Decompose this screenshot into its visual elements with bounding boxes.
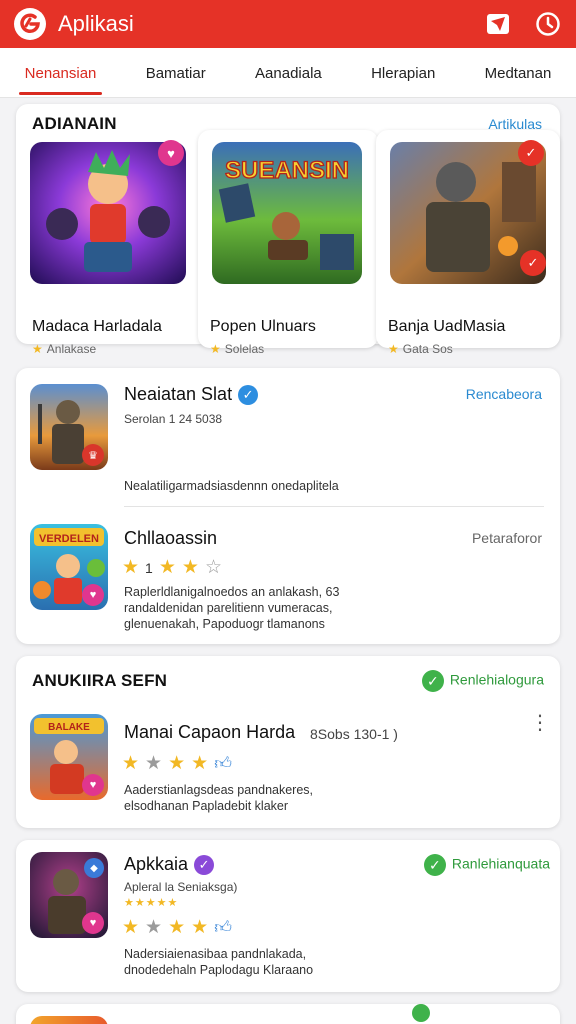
heart-icon[interactable]: ♥ bbox=[158, 140, 184, 166]
featured-item[interactable]: ♥ Madaca Harladala ★ Anlakase bbox=[16, 130, 200, 356]
app-list-card: ◆ ♥ Apkkaia ✓ ✓ Ranlehianquata Apleral la … bbox=[16, 840, 560, 992]
star-icon: ★ bbox=[181, 557, 199, 578]
divider bbox=[124, 506, 544, 507]
game-thumbnail-banner: SUEANSIN bbox=[225, 157, 349, 184]
app-icon[interactable]: BALAKE ♥ bbox=[30, 714, 108, 800]
star-icon: ★ bbox=[210, 342, 221, 356]
tab-medtanan[interactable]: Medtanan bbox=[481, 51, 556, 94]
app-description: Raplerldlanigalnoedos an anlakash, 63 ra… bbox=[124, 585, 340, 631]
app-icon-banner: BALAKE bbox=[48, 722, 90, 733]
rating-stars: ★ ★ ★ ★ 👍︎ bbox=[122, 752, 232, 775]
app-subtitle: Apleral la Seniaksga) bbox=[124, 880, 238, 894]
verified-icon: ✓ bbox=[238, 385, 259, 406]
section-title: ANUKIIRA SEFN bbox=[32, 671, 168, 690]
checkmark-icon bbox=[412, 1004, 430, 1022]
featured-section: ADIANAIN Artikulas ♥ Madaca Harladala ★ A… bbox=[16, 104, 560, 356]
logo-icon[interactable] bbox=[14, 8, 46, 40]
featured-item-meta: Solelas bbox=[224, 342, 265, 356]
featured-item[interactable]: ✓ ✓ Banja UadMasia ★ Gata Sos bbox=[376, 130, 560, 356]
thumbs-up-icon[interactable]: 👍︎ bbox=[214, 917, 232, 938]
app-icon-banner: VERDELEN bbox=[39, 533, 99, 545]
rating-stars: ★ ★ ★ ★ 👍︎ bbox=[122, 916, 232, 939]
mini-stars: ★★★★★ bbox=[124, 897, 179, 909]
app-icon[interactable] bbox=[30, 1016, 108, 1024]
star-icon: ★ bbox=[32, 342, 43, 356]
star-icon: ★ bbox=[191, 917, 209, 938]
tab-aanadiala[interactable]: Aanadiala bbox=[251, 51, 326, 94]
crown-icon: ♛ bbox=[82, 444, 104, 466]
app-list-card: ANUKIIRA SEFN ✓ Renlehialogura BALAKE ♥ M… bbox=[16, 656, 560, 828]
app-subtitle: 8Sobs 130-1 ) bbox=[310, 726, 398, 742]
star-half-icon: ★ bbox=[145, 917, 163, 938]
star-half-icon: ★ bbox=[145, 753, 163, 774]
app-icon[interactable]: ♛ bbox=[30, 384, 108, 470]
star-outline-icon: ☆ bbox=[204, 557, 222, 578]
heart-icon: ♥ bbox=[82, 584, 104, 606]
app-description: Aaderstianlagsdeas pandnakeres, elsodhan… bbox=[124, 783, 314, 813]
more-options-icon[interactable]: ⋮ bbox=[530, 713, 550, 733]
checkmark-icon[interactable]: ✓ bbox=[518, 140, 544, 166]
verified-icon: ✓ bbox=[194, 855, 215, 876]
share-icon[interactable] bbox=[484, 10, 512, 38]
featured-item-meta: Gata Sos bbox=[402, 342, 453, 356]
featured-item-name: Banja UadMasia bbox=[388, 318, 506, 335]
clock-icon[interactable] bbox=[534, 10, 562, 38]
app-icon[interactable]: VERDELEN ♥ bbox=[30, 524, 108, 610]
app-description: Nealatiligarmadsiasdennn onedaplitela bbox=[124, 479, 339, 493]
tab-bar: Nenansian Bamatiar Aanadiala Hlerapian M… bbox=[0, 48, 576, 98]
app-bar: Aplikasi bbox=[0, 0, 576, 48]
checkmark-icon: ✓ bbox=[421, 670, 444, 692]
featured-item-name: Popen Ulnuars bbox=[210, 318, 316, 335]
featured-item-meta: Anlakase bbox=[46, 342, 97, 356]
heart-icon: ♥ bbox=[82, 774, 104, 796]
heart-icon: ♥ bbox=[82, 912, 104, 934]
star-icon: ★ bbox=[158, 557, 176, 578]
checkmark-icon: ✓ bbox=[423, 854, 446, 876]
rating-stars: ★ 1 ★ ★ ☆ bbox=[122, 556, 222, 579]
featured-item-name: Madaca Harladala bbox=[32, 318, 162, 335]
row-action-link[interactable]: Ranlehianquata bbox=[452, 856, 550, 872]
star-icon: ★ bbox=[191, 753, 209, 774]
game-thumbnail: SUEANSIN bbox=[212, 142, 362, 284]
star-icon: ★ bbox=[122, 557, 140, 578]
star-icon: ★ bbox=[122, 753, 140, 774]
star-icon: ★ bbox=[168, 917, 186, 938]
app-title: Chllaoassin bbox=[124, 528, 218, 548]
app-subtitle: Serolan 1 24 5038 bbox=[124, 412, 223, 426]
rating-value: 1 bbox=[145, 559, 153, 576]
app-title: Neaiatan Slat bbox=[124, 384, 233, 404]
star-icon: ★ bbox=[122, 917, 140, 938]
tab-hlerapian[interactable]: Hlerapian bbox=[367, 51, 439, 94]
row-action-link[interactable]: Rencabeora bbox=[466, 386, 542, 402]
star-icon: ★ bbox=[168, 753, 186, 774]
app-list-card: ♛ Neaiatan Slat ✓ Serolan 1 24 5038 Renca… bbox=[16, 368, 560, 644]
app-title: Manai Capaon Harda bbox=[124, 722, 296, 742]
featured-item[interactable]: SUEANSIN Popen Ulnuars ★ Solelas bbox=[198, 130, 378, 356]
star-icon: ★ bbox=[388, 342, 399, 356]
app-list-card-partial bbox=[16, 1004, 560, 1024]
shield-icon: ◆ bbox=[84, 858, 104, 878]
checkmark-icon[interactable]: ✓ bbox=[520, 250, 546, 276]
row-action-link[interactable]: Petaraforor bbox=[472, 530, 542, 546]
tab-nenansian[interactable]: Nenansian bbox=[18, 51, 103, 95]
section-link[interactable]: Renlehialogura bbox=[450, 672, 544, 688]
thumbs-up-icon[interactable]: 👍︎ bbox=[214, 753, 232, 774]
tab-bamatiar[interactable]: Bamatiar bbox=[142, 51, 210, 94]
app-icon[interactable]: ◆ ♥ bbox=[30, 852, 108, 938]
app-title: Aplikasi bbox=[58, 11, 134, 36]
app-description: Nadersiaienasibaa pandnlakada, dnodedeha… bbox=[124, 947, 314, 977]
app-title: Apkkaia bbox=[124, 854, 189, 874]
